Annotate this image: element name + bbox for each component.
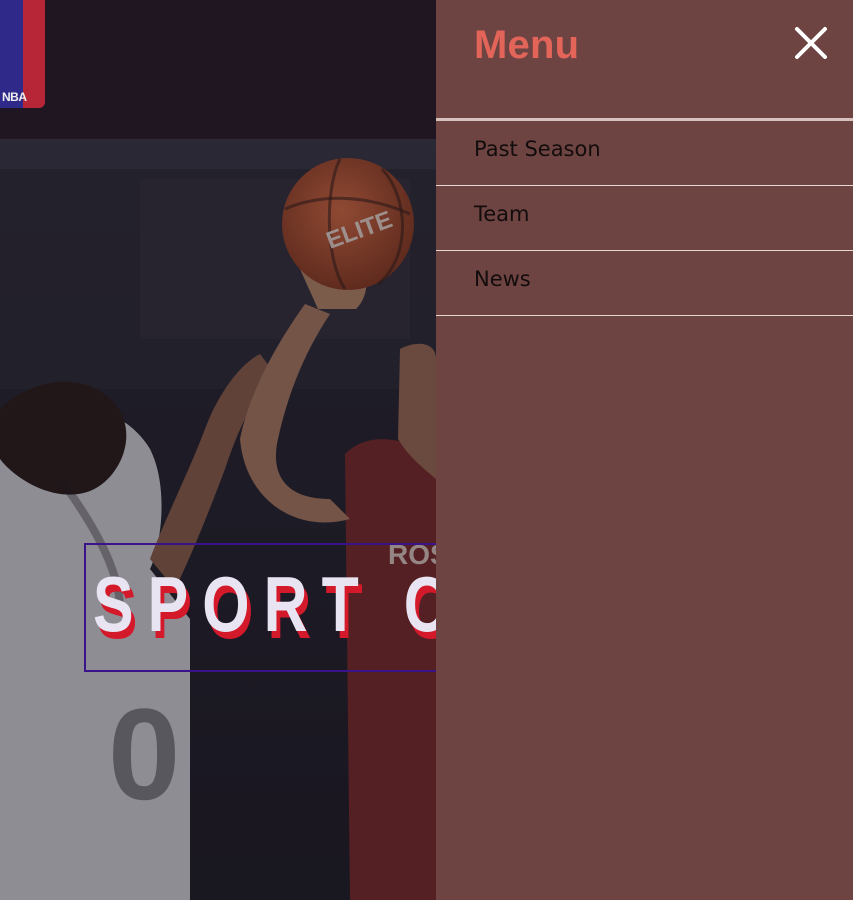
menu-item-label: Past Season xyxy=(474,137,601,161)
hero-title-clip: SPORT C xyxy=(0,0,436,900)
menu-item-news[interactable]: News xyxy=(436,251,853,316)
menu-title: Menu xyxy=(474,23,580,67)
close-menu-button[interactable] xyxy=(791,23,831,63)
menu-item-past-season[interactable]: Past Season xyxy=(436,121,853,186)
menu-item-label: News xyxy=(474,267,531,291)
close-icon xyxy=(795,27,827,59)
menu-item-label: Team xyxy=(474,202,530,226)
page: 0 ROSE ELITE NBA SPORT C xyxy=(0,0,853,900)
side-menu: Menu Past Season Team News xyxy=(436,0,853,900)
menu-list: Past Season Team News xyxy=(436,121,853,316)
menu-item-team[interactable]: Team xyxy=(436,186,853,251)
hero-title: SPORT C xyxy=(93,560,436,648)
